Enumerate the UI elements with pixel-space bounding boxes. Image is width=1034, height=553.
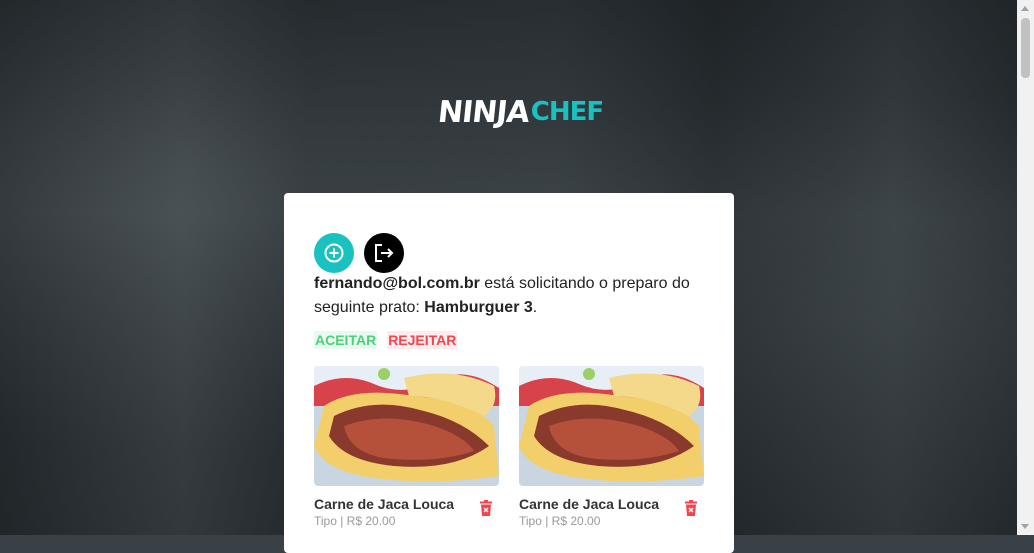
add-button[interactable] [314, 233, 354, 273]
dish-card[interactable]: Carne de Jaca Louca Tipo | R$ 20.00 [519, 366, 704, 528]
toolbar [314, 233, 404, 273]
plus-circle-icon [324, 243, 344, 263]
request-card: fernando@bol.com.br está solicitando o p… [284, 193, 734, 553]
logout-icon [375, 244, 394, 262]
scroll-thumb[interactable] [1021, 18, 1030, 78]
dish-image [519, 366, 704, 486]
logout-button[interactable] [364, 233, 404, 273]
delete-button[interactable] [479, 500, 493, 521]
logo-text-chef: CHEF [530, 97, 604, 127]
logo-text-ninja: NINJA [436, 94, 531, 130]
dish-title: Carne de Jaca Louca [519, 496, 660, 512]
delete-button[interactable] [684, 500, 698, 521]
scroll-down-icon[interactable] [1021, 524, 1029, 529]
scroll-up-icon[interactable] [1021, 6, 1029, 11]
accept-button[interactable]: ACEITAR [314, 331, 378, 349]
dish-card[interactable]: Carne de Jaca Louca Tipo | R$ 20.00 [314, 366, 499, 528]
trash-icon [480, 500, 492, 516]
requester-email: fernando@bol.com.br [314, 275, 480, 292]
dish-list: Carne de Jaca Louca Tipo | R$ 20.00 Carn… [314, 366, 704, 528]
dish-image [314, 366, 499, 486]
dish-name: Hamburguer 3 [424, 299, 533, 316]
trash-icon [685, 500, 697, 516]
dish-subtitle: Tipo | R$ 20.00 [519, 514, 601, 528]
dish-title: Carne de Jaca Louca [314, 496, 455, 512]
page-scrollbar[interactable] [1017, 0, 1034, 535]
ninjachef-logo: NINJA CHEF [436, 88, 604, 136]
request-message: fernando@bol.com.br está solicitando o p… [314, 272, 714, 320]
request-actions: ACEITAR REJEITAR [314, 331, 458, 349]
message-end: . [532, 299, 538, 316]
reject-button[interactable]: REJEITAR [387, 331, 458, 349]
dish-subtitle: Tipo | R$ 20.00 [314, 514, 396, 528]
